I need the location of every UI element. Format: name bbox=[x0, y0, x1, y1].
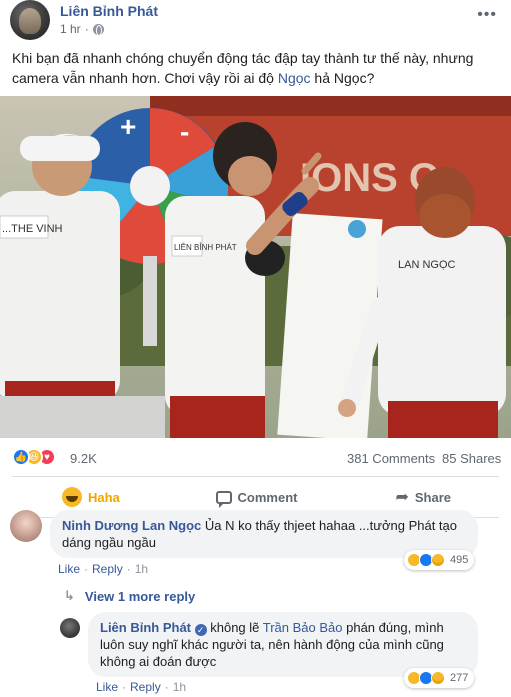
reaction-icons[interactable]: 👍 😆 ♥ bbox=[12, 448, 56, 466]
post-text: Khi bạn đã nhanh chóng chuyển động tác đ… bbox=[12, 48, 492, 88]
comment-reaction-count: 495 bbox=[450, 554, 469, 566]
post-text-part2: hả Ngọc? bbox=[310, 70, 375, 86]
author-avatar[interactable] bbox=[10, 0, 50, 40]
sad-mini-icon bbox=[431, 671, 445, 685]
comment-label: Comment bbox=[237, 489, 298, 505]
view-more-replies[interactable]: ↳ View 1 more reply bbox=[64, 588, 195, 604]
reply-item: Liên Bỉnh Phát ✓ không lẽ Trần Bảo Bảo p… bbox=[60, 612, 500, 694]
comment-like-link[interactable]: Like bbox=[58, 562, 80, 576]
commenter-name[interactable]: Ninh Dương Lan Ngọc bbox=[62, 518, 201, 533]
comment-reactions[interactable]: 495 bbox=[404, 550, 475, 570]
haha-icon bbox=[62, 487, 82, 507]
globe-icon bbox=[92, 23, 104, 36]
post-meta: 1 hr · bbox=[60, 22, 104, 36]
reply-time[interactable]: 1h bbox=[173, 680, 186, 694]
like-reaction-icon: 👍 bbox=[12, 448, 30, 466]
reply-arrow-icon: ↳ bbox=[64, 588, 75, 603]
photo-illustration: IONS O + - ...THE VINH LIÊN BỈNH PHÁT LA… bbox=[0, 96, 511, 438]
mention-link[interactable]: Ngọc bbox=[278, 70, 311, 86]
reply-mention[interactable]: Trần Bảo Bảo bbox=[263, 620, 343, 635]
commenter-avatar[interactable] bbox=[10, 510, 42, 542]
view-more-label: View 1 more reply bbox=[84, 588, 196, 604]
reply-avatar[interactable] bbox=[60, 618, 80, 638]
reactions-summary: 👍 😆 ♥ 9.2K 381 Comments 85 Shares bbox=[0, 446, 511, 470]
post-header: Liên Bỉnh Phát 1 hr · ••• bbox=[0, 0, 511, 42]
reply-reactions[interactable]: 277 bbox=[404, 668, 475, 688]
dot-separator: · bbox=[84, 22, 89, 36]
reply-reply-link[interactable]: Reply bbox=[130, 680, 161, 694]
comment-reply-link[interactable]: Reply bbox=[92, 562, 123, 576]
shirt-label-right: LAN NGỌC bbox=[398, 259, 456, 271]
comment-icon bbox=[215, 490, 232, 508]
reply-like-link[interactable]: Like bbox=[96, 680, 118, 694]
comment-time[interactable]: 1h bbox=[135, 562, 148, 576]
more-options-icon[interactable]: ••• bbox=[477, 6, 497, 24]
post-text-part1: Khi bạn đã nhanh chóng chuyển động tác đ… bbox=[12, 50, 474, 86]
comments-count[interactable]: 381 Comments bbox=[347, 451, 435, 466]
sad-mini-icon bbox=[431, 553, 445, 567]
share-icon: ➦ bbox=[395, 489, 409, 506]
reply-reaction-count: 277 bbox=[450, 672, 469, 684]
svg-text:-: - bbox=[180, 116, 189, 147]
reaction-count[interactable]: 9.2K bbox=[70, 451, 97, 466]
shirt-label-left: ...THE VINH bbox=[2, 223, 63, 235]
verified-badge-icon: ✓ bbox=[194, 624, 207, 636]
comment-item: Ninh Dương Lan Ngọc Ủa N ko thấy thjeet … bbox=[10, 510, 500, 590]
share-label: Share bbox=[414, 489, 452, 505]
post-photo[interactable]: IONS O + - ...THE VINH LIÊN BỈNH PHÁT LA… bbox=[0, 96, 511, 438]
shares-count[interactable]: 85 Shares bbox=[442, 451, 501, 466]
comment-actions: Like · Reply · 1h bbox=[58, 562, 149, 576]
haha-label: Haha bbox=[88, 489, 120, 505]
shirt-label-center: LIÊN BỈNH PHÁT bbox=[174, 243, 237, 252]
author-name[interactable]: Liên Bỉnh Phát bbox=[60, 3, 158, 19]
reply-author[interactable]: Liên Bỉnh Phát bbox=[100, 620, 191, 635]
post-time[interactable]: 1 hr bbox=[60, 22, 81, 36]
reply-text-part1: không lẽ bbox=[206, 620, 263, 635]
svg-text:+: + bbox=[120, 111, 136, 142]
reply-actions: Like · Reply · 1h bbox=[96, 680, 187, 694]
